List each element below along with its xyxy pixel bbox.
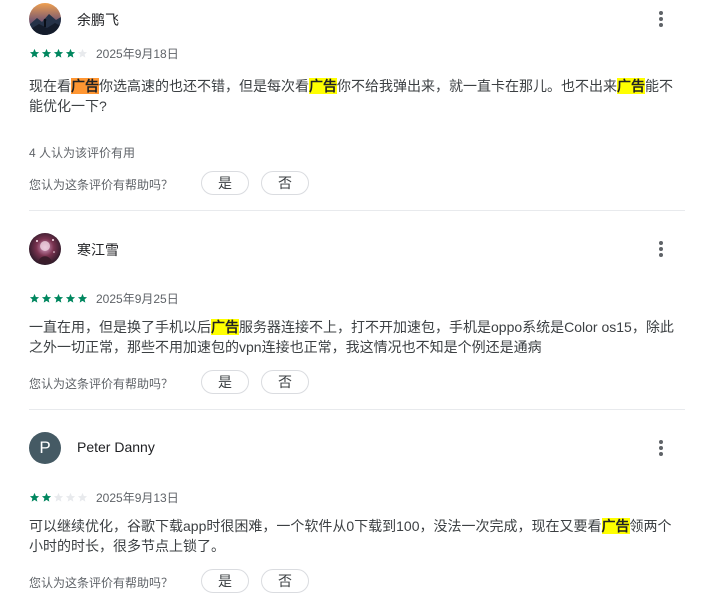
star-filled-icon <box>65 293 76 303</box>
helpful-no-button[interactable]: 否 <box>261 171 309 195</box>
more-vert-icon[interactable] <box>649 233 673 265</box>
star-empty-icon <box>65 492 76 502</box>
helpful-yes-button[interactable]: 是 <box>201 569 249 593</box>
review-header: 寒江雪 <box>29 233 685 265</box>
useful-count: 4 人认为该评价有用 <box>29 146 136 160</box>
search-highlight: 广告 <box>71 78 99 94</box>
author-name: 寒江雪 <box>77 242 119 258</box>
search-highlight: 广告 <box>617 78 645 94</box>
star-rating <box>29 491 91 505</box>
star-empty-icon <box>53 492 64 502</box>
star-empty-icon <box>77 48 88 58</box>
star-filled-icon <box>29 492 40 502</box>
review-text: 现在看广告你选高速的也还不错，但是每次看广告你不给我弹出来，就一直卡在那儿。也不… <box>29 76 685 116</box>
review-text-segment: 一直在用，但是换了手机以后 <box>29 319 211 335</box>
review-date: 2025年9月25日 <box>96 292 179 306</box>
review-text-segment: 你选高速的也还不错，但是每次看 <box>99 78 309 94</box>
helpful-question: 您认为这条评价有帮助吗？ <box>29 377 174 391</box>
avatar <box>29 233 61 265</box>
star-filled-icon <box>41 492 52 502</box>
helpful-no-button[interactable]: 否 <box>261 370 309 394</box>
helpful-no-button[interactable]: 否 <box>261 569 309 593</box>
helpful-yes-button[interactable]: 是 <box>201 370 249 394</box>
star-filled-icon <box>41 48 52 58</box>
star-rating <box>29 292 91 306</box>
divider <box>29 409 685 410</box>
review-header: P Peter Danny <box>29 432 685 464</box>
review-text-segment: 你不给我弹出来，就一直卡在那儿。也不出来 <box>337 78 617 94</box>
star-filled-icon <box>53 48 64 58</box>
avatar <box>29 3 61 35</box>
review-date: 2025年9月18日 <box>96 47 179 61</box>
helpful-question: 您认为这条评价有帮助吗？ <box>29 178 174 192</box>
star-filled-icon <box>65 48 76 58</box>
review-text: 可以继续优化，谷歌下载app时很困难，一个软件从0下载到100，没法一次完成，现… <box>29 516 685 556</box>
review-header: 余鹏飞 <box>29 3 685 35</box>
avatar: P <box>29 432 61 464</box>
star-filled-icon <box>77 293 88 303</box>
search-highlight: 广告 <box>601 518 630 534</box>
divider <box>29 210 685 211</box>
star-filled-icon <box>53 293 64 303</box>
search-highlight: 广告 <box>309 78 337 94</box>
helpful-feedback: 您认为这条评价有帮助吗？ 是 否 <box>29 569 429 593</box>
author-name: 余鹏飞 <box>77 12 119 28</box>
star-filled-icon <box>29 293 40 303</box>
review-text-segment: 可以继续优化，谷歌下载app时很困难，一个软件从0下载到100，没法一次完成，现… <box>29 518 602 534</box>
more-vert-icon[interactable] <box>649 432 673 464</box>
helpful-feedback: 您认为这条评价有帮助吗？ 是 否 <box>29 370 429 394</box>
author-name: Peter Danny <box>77 439 155 455</box>
star-filled-icon <box>29 48 40 58</box>
search-highlight: 广告 <box>211 319 239 335</box>
review-text-segment: 现在看 <box>29 78 71 94</box>
helpful-yes-button[interactable]: 是 <box>201 171 249 195</box>
helpful-feedback: 您认为这条评价有帮助吗？ 是 否 <box>29 171 429 195</box>
star-empty-icon <box>77 492 88 502</box>
star-rating <box>29 47 91 61</box>
helpful-question: 您认为这条评价有帮助吗？ <box>29 576 174 590</box>
review-date: 2025年9月13日 <box>96 491 179 505</box>
star-filled-icon <box>41 293 52 303</box>
review-text: 一直在用，但是换了手机以后广告服务器连接不上，打不开加速包，手机是oppo系统是… <box>29 317 685 357</box>
more-vert-icon[interactable] <box>649 3 673 35</box>
reviews-list: 余鹏飞 2025年9月18日 现在看广告你选高速的也还不错，但是每次看广告你不给… <box>0 0 715 598</box>
